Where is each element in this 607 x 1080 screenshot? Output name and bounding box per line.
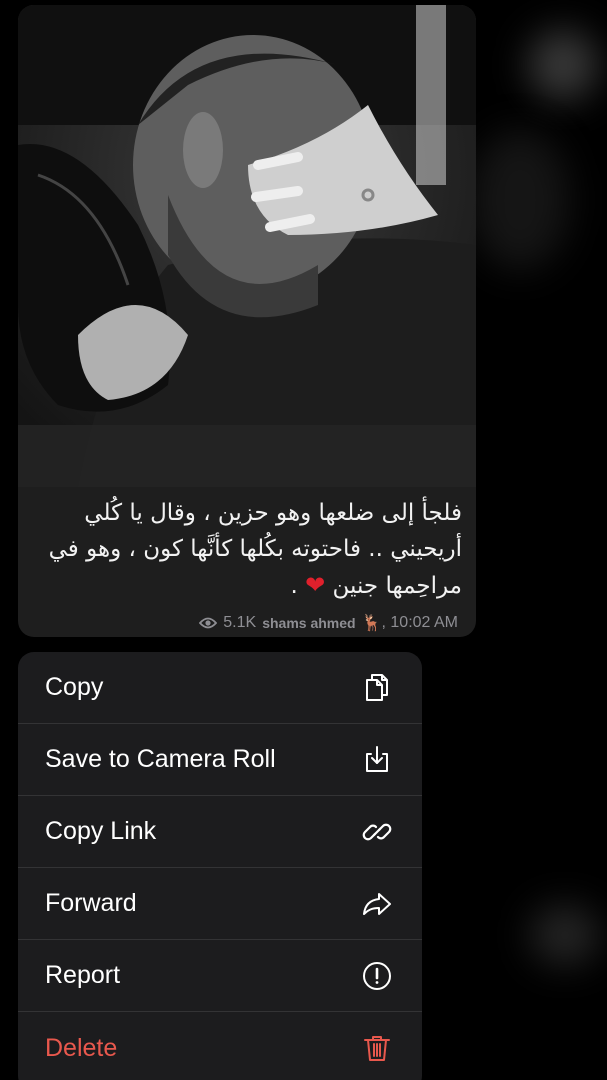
- caption-suffix: .: [290, 573, 298, 599]
- menu-item-save-to-camera-roll[interactable]: Save to Camera Roll: [18, 724, 422, 796]
- menu-item-delete[interactable]: Delete: [18, 1012, 422, 1080]
- menu-item-label: Report: [45, 961, 121, 989]
- forward-arrow-icon: [360, 887, 394, 921]
- author-emoji: 🦌: [361, 615, 382, 632]
- menu-item-label: Copy Link: [45, 817, 157, 845]
- message-caption: فلجأ إلى ضلعها وهو حزين ، وقال يا كُلي أ…: [32, 495, 462, 604]
- caption-text: فلجأ إلى ضلعها وهو حزين ، وقال يا كُلي أ…: [48, 500, 462, 599]
- author-name: shams ahmed: [262, 615, 356, 631]
- message-time: , 10:02 AM: [381, 614, 459, 631]
- trash-icon: [360, 1031, 394, 1065]
- link-icon: [360, 815, 394, 849]
- eye-icon: [199, 617, 218, 629]
- report-exclamation-icon: [360, 959, 394, 993]
- photo-image: [18, 5, 476, 487]
- background-blur: [530, 905, 600, 965]
- background-blur: [528, 30, 598, 100]
- message-bubble[interactable]: فلجأ إلى ضلعها وهو حزين ، وقال يا كُلي أ…: [18, 5, 476, 637]
- menu-item-label: Delete: [45, 1033, 118, 1062]
- view-count: 5.1K: [223, 614, 257, 631]
- message-photo[interactable]: [18, 5, 476, 487]
- heart-emoji-icon: ❤: [305, 571, 326, 599]
- context-menu: Copy Save to Camera Roll Copy Link Forwa…: [18, 652, 422, 1080]
- menu-item-label: Forward: [45, 889, 137, 917]
- menu-item-copy-link[interactable]: Copy Link: [18, 796, 422, 868]
- menu-item-copy[interactable]: Copy: [18, 652, 422, 724]
- copy-icon: [360, 671, 394, 705]
- menu-item-label: Save to Camera Roll: [45, 745, 276, 773]
- menu-item-report[interactable]: Report: [18, 940, 422, 1012]
- save-download-icon: [360, 743, 394, 777]
- message-meta: 5.1K shams ahmed 🦌 , 10:02 AM: [199, 613, 458, 633]
- menu-item-forward[interactable]: Forward: [18, 868, 422, 940]
- background-blur: [470, 130, 570, 270]
- menu-item-label: Copy: [45, 673, 104, 701]
